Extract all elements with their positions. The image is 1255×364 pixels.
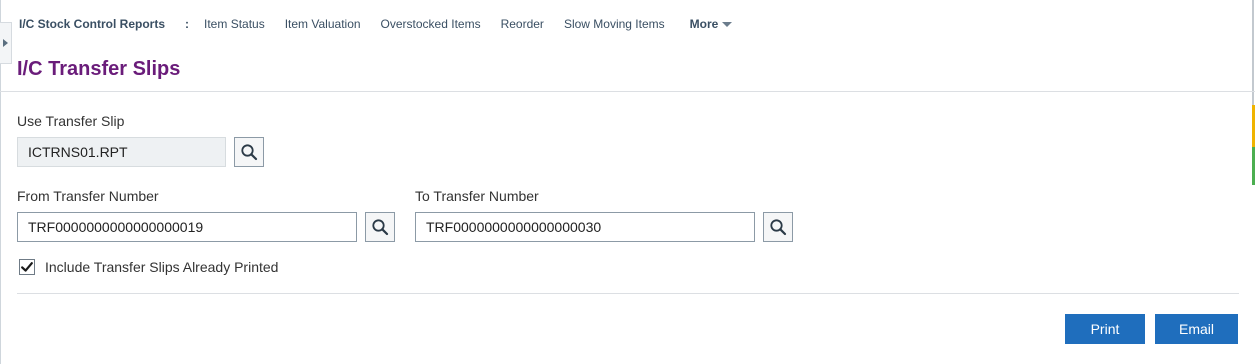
page-title: I/C Transfer Slips	[17, 58, 181, 80]
search-icon	[372, 219, 389, 236]
include-printed-label[interactable]: Include Transfer Slips Already Printed	[45, 259, 278, 275]
nav-more-menu[interactable]: More	[690, 17, 733, 31]
title-divider	[0, 91, 1255, 92]
nav-section-title: I/C Stock Control Reports	[19, 17, 166, 31]
checkmark-icon	[21, 262, 33, 272]
transfer-slip-field[interactable]	[17, 137, 226, 167]
to-transfer-number-field[interactable]	[415, 212, 755, 242]
nav-separator: :	[185, 17, 190, 31]
transfer-slip-label: Use Transfer Slip	[17, 113, 125, 129]
nav-link-reorder[interactable]: Reorder	[501, 17, 544, 31]
nav-more-label: More	[689, 17, 719, 31]
include-printed-checkbox[interactable]	[19, 259, 35, 275]
report-navigation: I/C Stock Control Reports : Item Status …	[19, 16, 733, 32]
search-icon	[770, 219, 787, 236]
nav-link-slow-moving-items[interactable]: Slow Moving Items	[564, 17, 665, 31]
nav-link-overstocked-items[interactable]: Overstocked Items	[381, 17, 481, 31]
print-button[interactable]: Print	[1065, 314, 1145, 344]
to-transfer-finder-button[interactable]	[763, 212, 793, 242]
nav-link-item-valuation[interactable]: Item Valuation	[285, 17, 361, 31]
caret-down-icon	[722, 21, 733, 27]
from-transfer-label: From Transfer Number	[17, 188, 159, 204]
email-button[interactable]: Email	[1155, 314, 1238, 344]
from-transfer-finder-button[interactable]	[365, 212, 395, 242]
sidebar-expand-toggle[interactable]	[0, 22, 12, 64]
to-transfer-label: To Transfer Number	[415, 188, 539, 204]
transfer-slip-finder-button[interactable]	[234, 137, 264, 167]
right-scroll-strip	[1252, 0, 1254, 105]
search-icon	[241, 144, 258, 161]
form-divider	[17, 293, 1239, 294]
from-transfer-number-field[interactable]	[17, 212, 357, 242]
nav-link-item-status[interactable]: Item Status	[204, 17, 265, 31]
